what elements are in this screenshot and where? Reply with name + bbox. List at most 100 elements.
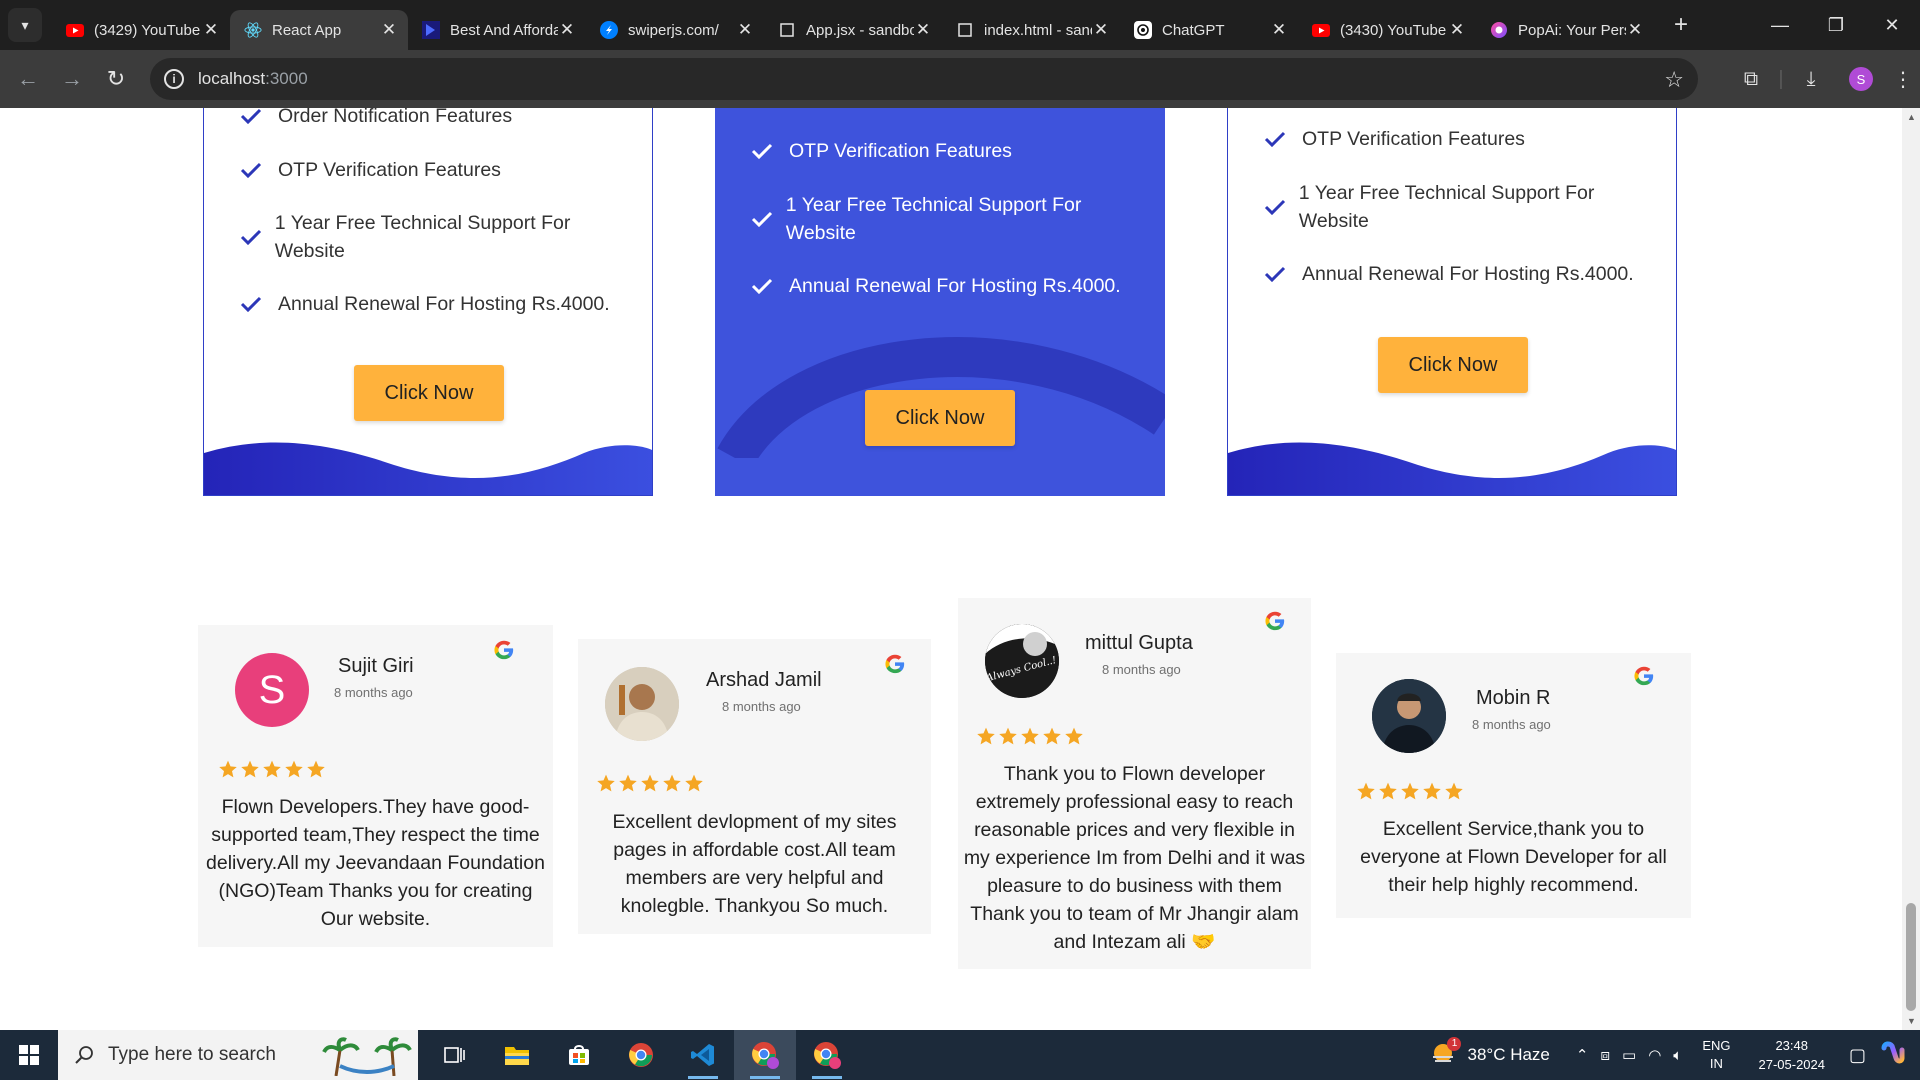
close-icon[interactable]: ✕ [380, 20, 398, 40]
window-controls: — ❐ ✕ [1752, 0, 1920, 50]
weather-widget[interactable]: 1 38°C Haze [1429, 1036, 1550, 1070]
review-time: 8 months ago [1472, 717, 1551, 732]
reload-icon: ↻ [106, 66, 126, 91]
google-icon [885, 654, 905, 674]
page-scrollbar[interactable]: ▲ ▼ [1902, 108, 1920, 1030]
tab-title: PopAi: Your Personal [1518, 21, 1626, 39]
feature-item: Annual Renewal For Hosting Rs.4000. [1264, 260, 1676, 288]
pricing-card-basic: Order Notification Features OTP Verifica… [203, 108, 653, 496]
click-now-button[interactable]: Click Now [865, 390, 1015, 446]
avatar-photo: Always Cool..! [985, 624, 1059, 698]
close-icon[interactable]: ✕ [736, 20, 754, 40]
new-tab-button[interactable]: + [1666, 11, 1696, 39]
site-info-icon[interactable]: i [164, 69, 184, 89]
notification-center-icon[interactable]: ▢ [1849, 1045, 1866, 1066]
close-icon[interactable]: ✕ [1626, 20, 1644, 40]
feature-item: Order Notification Features [240, 108, 640, 130]
start-button[interactable] [0, 1030, 58, 1080]
page-viewport: Order Notification Features OTP Verifica… [0, 108, 1902, 1030]
task-view-icon [444, 1047, 465, 1063]
tab-youtube-2[interactable]: (3430) YouTube ✕ [1298, 10, 1476, 50]
star-icon [1357, 782, 1375, 800]
tab-best-affordable[interactable]: Best And Affordable ✕ [408, 10, 586, 50]
chrome-profile-button-2[interactable] [796, 1030, 858, 1080]
store-button[interactable] [548, 1030, 610, 1080]
tab-title: (3430) YouTube [1340, 21, 1447, 39]
checkmark-icon [751, 272, 777, 300]
review-card: S Sujit Giri 8 months ago Flown Develope… [198, 625, 553, 947]
checkmark-icon [1264, 260, 1290, 288]
scroll-up-icon[interactable]: ▲ [1907, 112, 1916, 122]
task-view-button[interactable] [424, 1030, 486, 1080]
address-bar[interactable]: i localhost:3000 ☆ [150, 58, 1698, 100]
scroll-down-icon[interactable]: ▼ [1907, 1016, 1916, 1026]
search-placeholder: Type here to search [108, 1044, 276, 1065]
tab-popai[interactable]: PopAi: Your Personal ✕ [1476, 10, 1654, 50]
browser-tab-bar: ▾ (3429) YouTube ✕ React App ✕ Best And … [0, 0, 1920, 50]
tab-youtube-1[interactable]: (3429) YouTube ✕ [52, 10, 230, 50]
plus-icon: + [1673, 11, 1688, 38]
minimize-button[interactable]: — [1752, 0, 1808, 50]
rating-stars [1356, 781, 1464, 801]
tab-search-button[interactable]: ▾ [8, 8, 42, 42]
extensions-icon[interactable]: ⧉ [1726, 68, 1776, 91]
tab-chatgpt[interactable]: ChatGPT ✕ [1120, 10, 1298, 50]
bookmark-star-icon[interactable]: ☆ [1664, 67, 1684, 93]
search-icon [75, 1046, 93, 1064]
menu-kebab-icon[interactable]: ⋮ [1886, 67, 1920, 92]
meet-now-icon[interactable]: ⧈ [1600, 1047, 1610, 1064]
chrome-button[interactable] [610, 1030, 672, 1080]
google-icon [1265, 611, 1285, 631]
feature-text: 1 Year Free Technical Support For Websit… [274, 212, 571, 262]
chevron-up-icon[interactable]: ⌃ [1576, 1046, 1589, 1064]
star-icon [1401, 782, 1419, 800]
back-button[interactable]: ← [6, 66, 50, 92]
star-icon [1379, 782, 1397, 800]
file-explorer-button[interactable] [486, 1030, 548, 1080]
reload-button[interactable]: ↻ [94, 66, 138, 92]
click-now-button[interactable]: Click Now [354, 365, 504, 421]
close-window-button[interactable]: ✕ [1864, 0, 1920, 50]
wifi-icon[interactable]: ◠ [1648, 1046, 1661, 1064]
chrome-profile-button[interactable] [734, 1030, 796, 1080]
star-icon [307, 760, 325, 778]
star-icon [1065, 727, 1083, 745]
tab-title: React App [272, 21, 342, 39]
star-icon [241, 760, 259, 778]
feature-item: Annual Renewal For Hosting Rs.4000. [751, 272, 1165, 300]
feature-text: Order Notification Features [278, 108, 513, 127]
close-icon[interactable]: ✕ [1270, 20, 1288, 40]
copilot-icon[interactable] [1880, 1040, 1906, 1071]
rating-stars [976, 726, 1084, 746]
chrome-profile-icon [752, 1042, 779, 1069]
tab-index-html[interactable]: index.html - sandbox ✕ [942, 10, 1120, 50]
tab-react-app[interactable]: React App ✕ [230, 10, 408, 50]
avatar [1372, 679, 1446, 753]
store-icon [569, 1045, 589, 1065]
download-icon[interactable]: ⤓ [1786, 68, 1836, 91]
click-now-button[interactable]: Click Now [1378, 337, 1528, 393]
arrow-right-icon: → [61, 66, 83, 91]
forward-button[interactable]: → [50, 66, 94, 92]
close-icon[interactable]: ✕ [1092, 20, 1110, 40]
close-icon[interactable]: ✕ [914, 20, 932, 40]
tab-swiperjs[interactable]: swiperjs.com/ ✕ [586, 10, 764, 50]
close-icon[interactable]: ✕ [202, 20, 220, 40]
chatgpt-icon [1134, 21, 1152, 39]
close-icon[interactable]: ✕ [1448, 20, 1466, 40]
star-icon [1423, 782, 1441, 800]
tab-app-jsx[interactable]: App.jsx - sandbox ✕ [764, 10, 942, 50]
avatar: Always Cool..! [985, 624, 1059, 698]
taskbar-search[interactable]: Type here to search [58, 1030, 418, 1080]
profile-avatar[interactable]: S [1849, 67, 1873, 91]
scrollbar-thumb[interactable] [1906, 903, 1916, 1011]
vscode-button[interactable] [672, 1030, 734, 1080]
restore-button[interactable]: ❐ [1808, 0, 1864, 50]
feature-item: Annual Renewal For Hosting Rs.4000. [240, 290, 652, 318]
volume-icon[interactable]: 🔈︎ [1673, 1047, 1682, 1064]
clock[interactable]: 23:48 27-05-2024 [1758, 1036, 1825, 1074]
battery-icon[interactable]: ▭ [1622, 1046, 1636, 1064]
close-icon[interactable]: ✕ [558, 20, 576, 40]
restore-icon: ❐ [1827, 14, 1845, 35]
language-indicator[interactable]: ENG IN [1702, 1037, 1730, 1073]
